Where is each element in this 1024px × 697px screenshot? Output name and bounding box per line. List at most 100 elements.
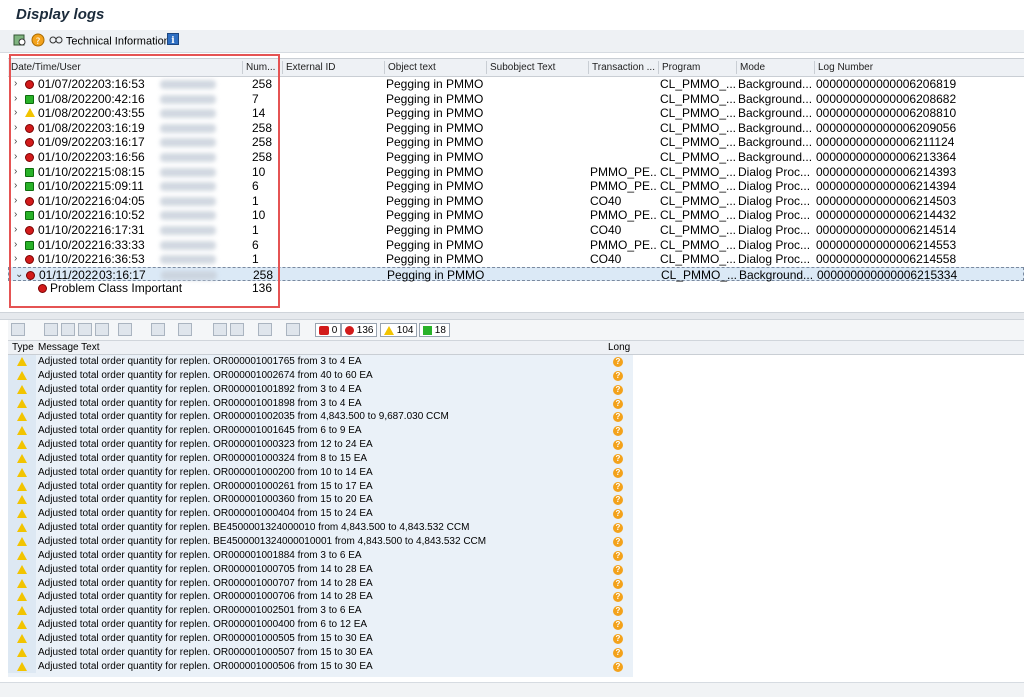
column-header-log-number[interactable]: Log Number: [814, 61, 970, 74]
list-item[interactable]: Adjusted total order quantity for replen…: [8, 618, 633, 632]
long-text-button[interactable]: ?: [611, 424, 625, 438]
list-item[interactable]: Adjusted total order quantity for replen…: [8, 424, 633, 439]
details-icon[interactable]: [11, 323, 25, 336]
long-text-button[interactable]: ?: [611, 438, 625, 452]
long-text-button[interactable]: ?: [611, 563, 625, 577]
list-item[interactable]: Adjusted total order quantity for replen…: [8, 576, 633, 591]
message-text: Adjusted total order quantity for replen…: [38, 452, 368, 464]
subtotals-icon[interactable]: [178, 323, 192, 336]
list-item[interactable]: Adjusted total order quantity for replen…: [8, 382, 633, 397]
long-text-button[interactable]: ?: [611, 660, 625, 674]
column-header-object-text[interactable]: Object text: [384, 61, 486, 74]
warning-count-badge[interactable]: 104: [380, 323, 418, 337]
column-header-mode[interactable]: Mode: [736, 61, 814, 74]
message-type-cell: [8, 618, 36, 632]
message-toolbar: 0 136 104 18: [8, 320, 1024, 341]
message-type-cell: [8, 507, 36, 522]
list-item[interactable]: Adjusted total order quantity for replen…: [8, 479, 633, 494]
pane-splitter[interactable]: [0, 312, 1024, 320]
long-text-button[interactable]: ?: [611, 590, 625, 604]
row-mode: Dialog Proc...: [738, 164, 811, 179]
export-icon[interactable]: [258, 323, 272, 336]
list-item[interactable]: Adjusted total order quantity for replen…: [8, 521, 633, 535]
long-text-button[interactable]: ?: [611, 618, 625, 632]
long-text-button[interactable]: ?: [611, 549, 625, 563]
list-item[interactable]: Adjusted total order quantity for replen…: [8, 659, 633, 674]
views-icon[interactable]: [230, 323, 244, 336]
list-item[interactable]: Adjusted total order quantity for replen…: [8, 604, 633, 619]
list-item[interactable]: Adjusted total order quantity for replen…: [8, 562, 633, 577]
list-item[interactable]: Adjusted total order quantity for replen…: [8, 396, 633, 411]
help-icon: ?: [613, 412, 623, 423]
title-bar: Display logs: [0, 0, 1024, 31]
column-header-long[interactable]: Long: [608, 341, 630, 354]
list-item[interactable]: Adjusted total order quantity for replen…: [8, 451, 633, 466]
long-text-button[interactable]: ?: [611, 521, 625, 535]
list-item[interactable]: Adjusted total order quantity for replen…: [8, 410, 633, 425]
stop-count-badge[interactable]: 0: [315, 323, 342, 337]
find-next-icon[interactable]: [95, 323, 109, 336]
help-icon: ?: [613, 647, 623, 658]
list-item[interactable]: Adjusted total order quantity for replen…: [8, 368, 633, 383]
warning-icon: [17, 453, 27, 463]
long-text-button[interactable]: ?: [611, 535, 625, 549]
filter-icon[interactable]: [61, 323, 75, 336]
sum-icon[interactable]: [151, 323, 165, 336]
list-item[interactable]: Adjusted total order quantity for replen…: [8, 534, 633, 549]
success-count-badge[interactable]: 18: [419, 323, 450, 337]
warning-icon: [17, 578, 27, 588]
list-item[interactable]: Adjusted total order quantity for replen…: [8, 355, 633, 369]
message-text: Adjusted total order quantity for replen…: [38, 522, 470, 534]
message-type-cell: [8, 548, 36, 563]
help-icon: ?: [613, 661, 623, 672]
warning-icon: [17, 633, 27, 643]
list-item[interactable]: Adjusted total order quantity for replen…: [8, 645, 633, 660]
long-text-button[interactable]: ?: [611, 632, 625, 646]
list-item[interactable]: Adjusted total order quantity for replen…: [8, 548, 633, 563]
column-header-transaction[interactable]: Transaction ...: [588, 61, 658, 74]
message-type-cell: [8, 604, 36, 619]
help-icon[interactable]: ?: [31, 33, 45, 49]
error-count-badge[interactable]: 136: [341, 323, 378, 337]
long-text-button[interactable]: ?: [611, 604, 625, 618]
list-item[interactable]: Adjusted total order quantity for replen…: [8, 438, 633, 452]
long-text-button[interactable]: ?: [611, 410, 625, 424]
print-icon[interactable]: [213, 323, 227, 336]
column-header-type[interactable]: Type: [12, 341, 34, 354]
long-text-button[interactable]: ?: [611, 480, 625, 494]
layout-icon[interactable]: [286, 323, 300, 336]
warning-icon: [17, 426, 27, 436]
technical-information-button[interactable]: Technical Information: [49, 33, 170, 49]
column-header-subobject-text[interactable]: Subobject Text: [486, 61, 588, 74]
long-text-button[interactable]: ?: [611, 397, 625, 411]
list-item[interactable]: Adjusted total order quantity for replen…: [8, 631, 633, 646]
long-text-button[interactable]: ?: [611, 383, 625, 397]
long-text-button[interactable]: ?: [611, 355, 625, 369]
help-icon: ?: [613, 453, 623, 464]
long-text-button[interactable]: ?: [611, 646, 625, 660]
column-header-external-id[interactable]: External ID: [282, 61, 384, 74]
long-text-button[interactable]: ?: [611, 507, 625, 521]
message-text: Adjusted total order quantity for replen…: [38, 425, 362, 437]
row-object-text: Pegging in PMMO: [386, 237, 484, 252]
sort-ascending-icon[interactable]: [44, 323, 58, 336]
column-header-program[interactable]: Program: [658, 61, 736, 74]
find-icon[interactable]: [78, 323, 92, 336]
long-text-button[interactable]: ?: [611, 466, 625, 480]
long-text-button[interactable]: ?: [611, 577, 625, 591]
row-log-number: 000000000000006214514: [816, 222, 957, 237]
long-text-button[interactable]: ?: [611, 493, 625, 507]
list-item[interactable]: Adjusted total order quantity for replen…: [8, 507, 633, 522]
help-icon: ?: [613, 523, 623, 534]
list-item[interactable]: Adjusted total order quantity for replen…: [8, 590, 633, 605]
list-item[interactable]: Adjusted total order quantity for replen…: [8, 465, 633, 480]
long-text-button[interactable]: ?: [611, 369, 625, 383]
long-text-button[interactable]: ?: [611, 452, 625, 466]
set-filter-icon[interactable]: [118, 323, 132, 336]
list-item[interactable]: Adjusted total order quantity for replen…: [8, 493, 633, 508]
info-icon[interactable]: i: [167, 33, 179, 49]
column-header-message-text[interactable]: Message Text: [38, 341, 100, 354]
find-icon[interactable]: [13, 33, 27, 49]
message-type-cell: [8, 534, 36, 549]
row-object-text: Pegging in PMMO: [386, 120, 484, 135]
